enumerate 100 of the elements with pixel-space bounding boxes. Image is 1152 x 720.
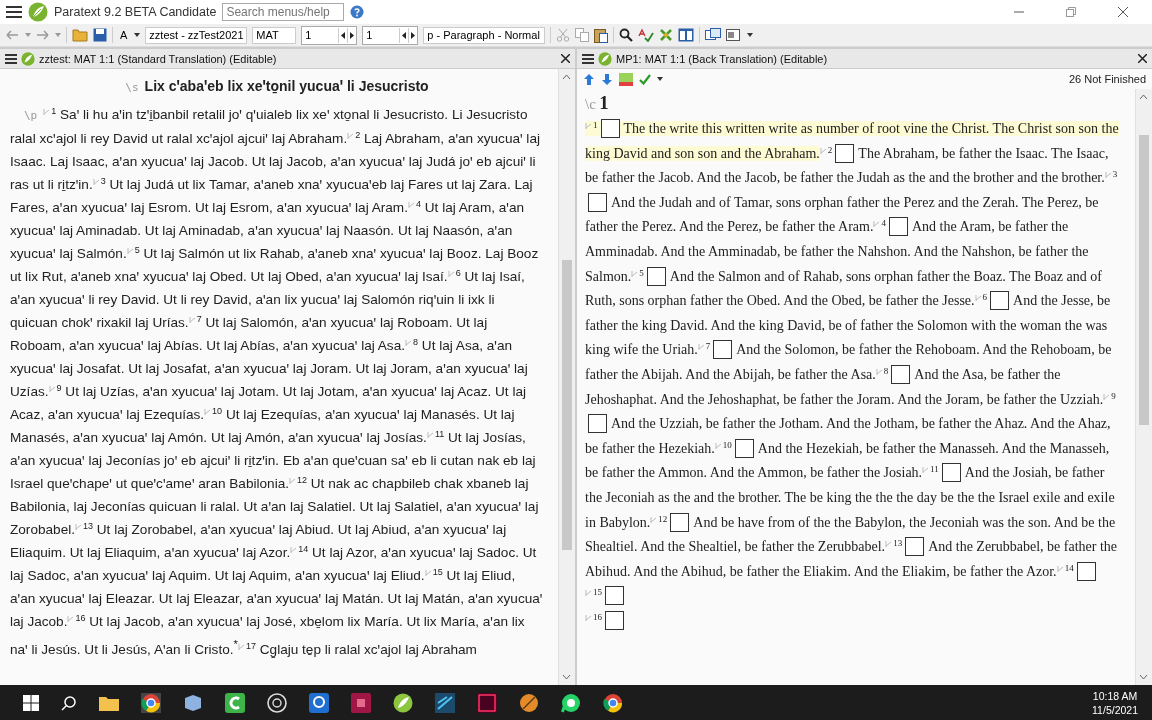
maximize-icon[interactable] <box>1066 7 1076 17</box>
caret-icon[interactable] <box>657 77 663 81</box>
windows-start-icon[interactable] <box>23 694 39 711</box>
tools-icon[interactable] <box>659 28 674 42</box>
app-icon[interactable] <box>225 692 245 713</box>
clock-date: 11/5/2021 <box>1092 702 1138 717</box>
verse-marker-icon <box>405 340 412 346</box>
verse-marker-icon <box>290 547 298 553</box>
status-box[interactable] <box>1076 561 1096 581</box>
menu-icon[interactable] <box>582 53 594 64</box>
folder-icon[interactable] <box>99 694 119 711</box>
window-layout-icon[interactable] <box>726 28 743 42</box>
project-dropdown[interactable]: zztest - zzTest2021 <box>145 26 248 44</box>
pane-title: MP1: MAT 1:1 (Back Translation) (Editable) <box>616 52 828 65</box>
scrollbar[interactable] <box>558 69 575 685</box>
clock-time: 10:18 AM <box>1092 688 1138 703</box>
verse-marker-icon <box>289 478 296 484</box>
menu-icon[interactable] <box>6 5 22 19</box>
leaf-logo-icon <box>21 51 35 66</box>
verse-marker-icon <box>407 202 415 208</box>
scrollbar[interactable] <box>1135 89 1152 685</box>
style-marker: \c <box>585 96 596 112</box>
caret-icon[interactable] <box>747 33 754 37</box>
search-icon[interactable] <box>619 28 634 42</box>
status-box[interactable] <box>888 217 908 237</box>
status-box[interactable] <box>646 266 666 286</box>
style-marker: \p <box>24 109 38 122</box>
up-arrow-icon[interactable] <box>583 72 595 86</box>
status-box[interactable] <box>670 512 690 532</box>
verse-marker-icon <box>43 109 51 115</box>
verse-marker-icon <box>1104 172 1112 179</box>
status-box[interactable] <box>941 463 961 483</box>
verse-marker-icon <box>204 409 212 415</box>
ball-icon[interactable] <box>519 692 539 713</box>
leaf-logo-icon[interactable] <box>393 692 413 713</box>
verse-marker-icon <box>426 432 434 438</box>
verse-marker-icon <box>126 248 134 254</box>
spell-check-icon[interactable] <box>638 28 655 42</box>
verse-marker-icon <box>347 133 355 139</box>
verse-marker-icon <box>974 295 982 302</box>
book-dropdown[interactable]: MAT <box>252 26 297 44</box>
chat-icon[interactable] <box>561 692 581 713</box>
verse-marker-icon <box>873 221 881 228</box>
menu-icon[interactable] <box>5 53 17 64</box>
verse-marker-icon <box>75 524 82 530</box>
verse-spinner[interactable]: 1 <box>362 25 419 45</box>
status-box[interactable] <box>600 119 620 138</box>
verse-marker-icon <box>819 147 827 154</box>
app-icon[interactable] <box>183 694 203 711</box>
section-heading: Lix cꞌabaꞌeb lix xeꞌto̱nil yucuaꞌ li Jesucristo <box>144 78 429 94</box>
status-box[interactable] <box>713 340 733 360</box>
search-field[interactable]: Search menus/help <box>222 3 345 21</box>
sync-icon[interactable] <box>705 28 722 42</box>
aperture-icon[interactable] <box>267 692 287 713</box>
verse-marker-icon <box>1056 565 1064 572</box>
status-box[interactable] <box>835 143 855 163</box>
status-text: 26 Not Finished <box>1068 73 1146 85</box>
verse-marker-icon <box>447 271 455 277</box>
verse-marker-icon <box>92 179 100 185</box>
status-box[interactable] <box>588 414 607 434</box>
browser-icon[interactable] <box>141 692 161 713</box>
status-box[interactable] <box>588 192 607 212</box>
highlight-icon[interactable] <box>619 72 633 86</box>
close-icon[interactable] <box>1138 54 1147 63</box>
verse-marker-icon <box>237 643 245 650</box>
browser-icon[interactable] <box>603 692 623 713</box>
verse-marker-icon <box>631 270 639 277</box>
verse-marker-icon <box>188 317 196 323</box>
app-icon[interactable] <box>435 692 455 713</box>
parallel-columns-icon[interactable] <box>678 28 695 42</box>
style-dropdown[interactable]: p - Paragraph - Normal <box>423 26 546 44</box>
verse-marker-icon <box>922 467 930 474</box>
status-box[interactable] <box>605 586 624 606</box>
font-button[interactable]: A <box>118 29 130 41</box>
verse-marker-icon <box>697 344 705 351</box>
search-icon[interactable] <box>61 694 77 711</box>
close-icon[interactable] <box>1118 7 1128 17</box>
magnifier-icon[interactable] <box>309 692 329 713</box>
verse-marker-icon <box>67 616 75 622</box>
verse-marker-icon <box>585 123 592 129</box>
verse-marker-icon <box>875 368 883 375</box>
chapter-spinner[interactable]: 1 <box>301 25 358 45</box>
checkmark-icon[interactable] <box>639 73 651 85</box>
status-box[interactable] <box>905 537 925 557</box>
status-box[interactable] <box>734 438 754 458</box>
status-box[interactable] <box>990 291 1010 311</box>
verse-marker-icon <box>1103 393 1111 400</box>
close-icon[interactable] <box>561 54 570 63</box>
verse-marker-icon <box>885 541 893 548</box>
status-box[interactable] <box>605 610 624 630</box>
down-arrow-icon[interactable] <box>601 72 613 86</box>
status-box[interactable] <box>891 364 911 384</box>
save-icon[interactable] <box>93 28 107 42</box>
help-icon[interactable] <box>350 5 365 19</box>
pane-title: zztest: MAT 1:1 (Standard Translation) (Editable) <box>39 52 277 65</box>
verse-marker-icon <box>585 590 592 597</box>
caret-icon[interactable] <box>134 33 141 37</box>
clipboard-icon[interactable] <box>594 27 609 43</box>
scripture-text-editor[interactable]: \p $^{1}$ Saꞌ li hu aꞌin tzꞌi̱banbil retalil joꞌ qꞌuialeb lix xeꞌ xto̱nal li Jesucristo. Li Jesucristo ralal xcꞌajol li rey David ut ralal xcꞌajol ajcuiꞌ laj Abraham. $^{2}$ Laj Abraham, aꞌan xyucuaꞌ laj Isaac. Laj Isaac, aꞌan xyucuaꞌ laj Jacob. Ut laj Jacob, aꞌan xyucuaꞌ laj Judá joꞌ eb ajcuiꞌ li ras ut li ri̱tzꞌin. $^{3}$ Ut laj Judá ut lix Tamar, aꞌaneb xnaꞌ xyucuaꞌeb laj Fares ut laj Zara. Laj Fares, aꞌan xyucuaꞌ laj Esrom. Ut laj Esrom, aꞌan xyucuaꞌ laj Aram. $^{4}$ Ut laj Aram, aꞌan xyucuaꞌ laj Aminadab. Ut laj Aminadab, aꞌan xyucuaꞌ laj Naasón. Ut laj Naasón, aꞌan xyucuaꞌ laj Salmón. $^{5}$ Ut laj Salmón ut lix Rahab, aꞌaneb xnaꞌ xyucuaꞌ laj Booz. Laj Booz ut lix Rut, aꞌaneb xnaꞌ xyucuaꞌ laj Obed. Ut laj Obed, aꞌan xyucuaꞌ laj Isaí. $^{6}$ Ut laj Isaí, aꞌan xyucuaꞌ li rey David. Ut li rey David, aꞌan lix yucuaꞌ laj Salomón riqꞌuin li ixk li quicuan chokꞌ rixakil laj Urías. $^{7}$ Ut laj Salomón, aꞌan xyucuaꞌ laj Roboam. Ut laj Roboam, aꞌan xyucuaꞌ laj Abías. Ut laj Abías, aꞌan xyucuaꞌ laj Asa. $^{8}$ Ut laj Asa, aꞌan xyucuaꞌ laj Josafat. Ut laj Josafat, aꞌan xyucuaꞌ laj Joram. Ut laj Joram, aꞌan xyucuaꞌ laj Uzías. $^{9}$ Ut laj Uzías, aꞌan xyucuaꞌ laj Jotam. Ut laj Jotam, aꞌan xyucuaꞌ laj Acaz. Ut laj Acaz, aꞌan xyucuaꞌ laj Ezequías. $^{10}$ Ut laj Ezequías, aꞌan xyucuaꞌ laj Manasés. Ut laj Manasés, aꞌan xyucuaꞌ laj Amón. Ut laj Amón, aꞌan xyucuaꞌ laj Josías. $^{11}$ Ut laj Josías, aꞌan xyucuaꞌ laj Jeconías joꞌ eb ajcuiꞌ li ri̱tzꞌin. Eb aꞌan queꞌcuan saꞌ eb li cutan nak eb laj Israel queꞌchapeꞌ ut queꞌcꞌameꞌ aran Babilonia. $^{12}$ Ut nak ac chapbileb chak xbaneb laj Babilonia, laj Jeconías quicuan li ralal. Ut aꞌan laj Salatiel. Ut laj Salatiel, aꞌan xyucuaꞌ laj Zorobabel. $^{13}$ Ut laj Zorobabel, aꞌan xyucuaꞌ laj Abiud. Ut laj Abiud, aꞌan xyucuaꞌ laj Eliaquim. Ut laj Eliaquim, aꞌan xyucuaꞌ laj Azor. $^{14}$ Ut laj Azor, aꞌan xyucuaꞌ laj Sadoc. Ut laj Sadoc, aꞌan xyucuaꞌ laj Aquim. Ut laj Aquim, aꞌan xyucuaꞌ laj Eliud. $^{15}$ Ut laj Eliud, aꞌan xyucuaꞌ laj Eleazar. Ut laj Eleazar, aꞌan xyucuaꞌ laj Matán. Ut laj Matán, aꞌan xyucuaꞌ laj Jacob. $^{16}$ Ut laj Jacob, aꞌan xyucuaꞌ laj José, xbe̱lom lix María. Ut lix María, aꞌan lix naꞌ li Jesús. Ut li Jesús, Aꞌan li Cristo.$^{*}$ $^{17}$ Cg̱laju te̱p li ralal xcꞌajol laj Abraham <box>10 103 544 661</box>
verse-marker-icon <box>714 442 722 449</box>
